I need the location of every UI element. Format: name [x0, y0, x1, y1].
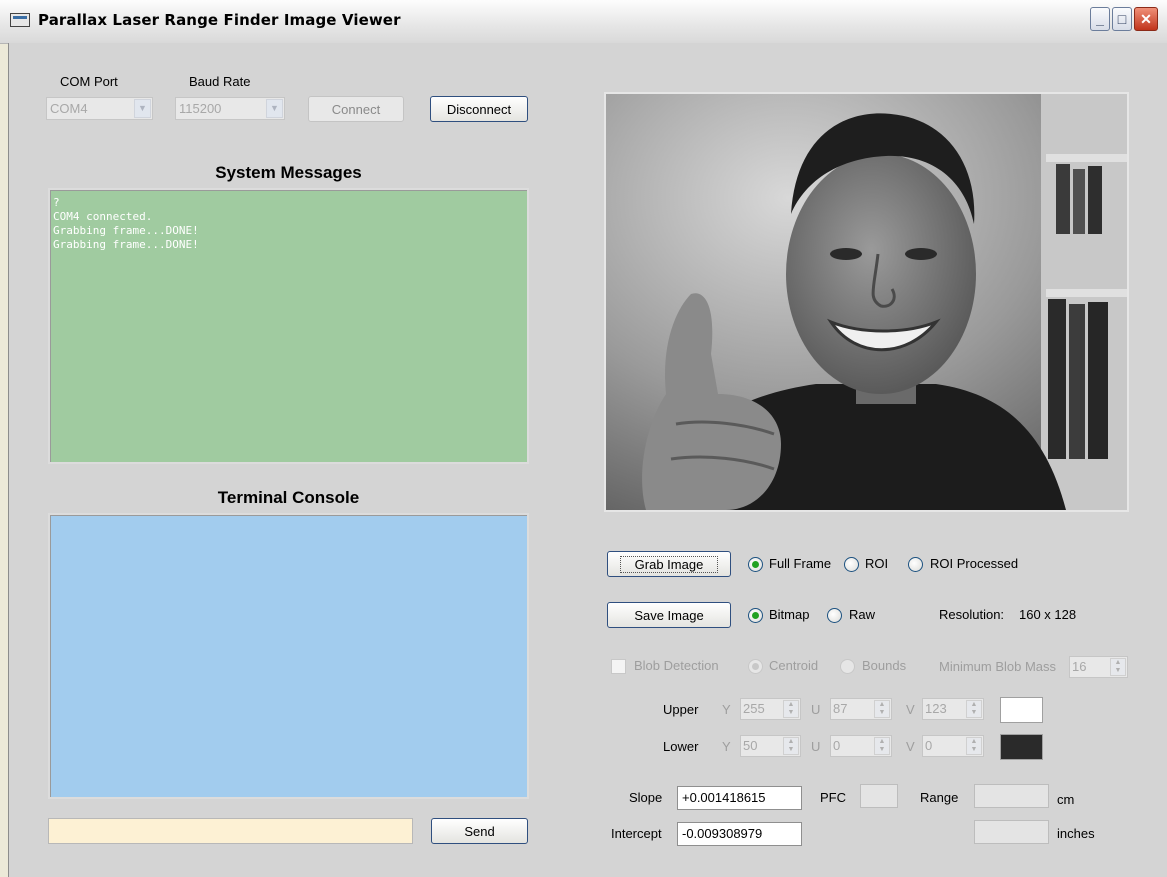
camera-photo [606, 94, 1127, 510]
roi-label[interactable]: ROI [865, 556, 888, 571]
grab-image-button[interactable]: Grab Image [607, 551, 731, 577]
cm-label: cm [1057, 792, 1075, 807]
upper-color-swatch[interactable] [1000, 697, 1043, 723]
lower-v-stepper[interactable]: 0 ▲ ▼ [922, 735, 984, 757]
com-port-value: COM4 [50, 101, 88, 116]
message-line: COM4 connected. [53, 210, 153, 223]
lower-u-stepper[interactable]: 0 ▲ ▼ [830, 735, 892, 757]
centroid-label[interactable]: Centroid [769, 658, 818, 673]
min-blob-mass-label: Minimum Blob Mass [939, 659, 1057, 674]
upper-y-label: Y [722, 702, 731, 717]
upper-v-stepper[interactable]: 123 ▲ ▼ [922, 698, 984, 720]
app-window-icon[interactable] [10, 13, 30, 27]
upper-y-value: 255 [743, 701, 765, 716]
system-messages-box[interactable]: ? COM4 connected. Grabbing frame...DONE!… [48, 188, 529, 464]
close-button[interactable]: ✕ [1134, 7, 1158, 31]
spin-arrows-icon[interactable]: ▲ ▼ [783, 700, 799, 718]
app-window: Parallax Laser Range Finder Image Viewer… [0, 0, 1167, 877]
resolution-value: 160 x 128 [1019, 607, 1077, 622]
lower-y-value: 50 [743, 738, 758, 753]
upper-u-label: U [811, 702, 821, 717]
intercept-field[interactable]: -0.009308979 [677, 822, 802, 846]
pfc-field [860, 784, 898, 808]
spin-arrows-icon[interactable]: ▲ ▼ [966, 737, 982, 755]
blob-detection-checkbox[interactable] [611, 659, 626, 674]
upper-u-value: 87 [833, 701, 848, 716]
com-port-label: COM Port [60, 74, 118, 89]
bitmap-label[interactable]: Bitmap [769, 607, 809, 622]
connect-button[interactable]: Connect [308, 96, 404, 122]
upper-u-stepper[interactable]: 87 ▲ ▼ [830, 698, 892, 720]
upper-y-stepper[interactable]: 255 ▲ ▼ [740, 698, 801, 720]
lower-label: Lower [663, 739, 699, 754]
intercept-label: Intercept [611, 826, 662, 841]
roi-processed-label[interactable]: ROI Processed [930, 556, 1018, 571]
terminal-console-box[interactable] [48, 513, 529, 799]
lower-v-label: V [906, 739, 915, 754]
chevron-down-icon[interactable]: ▼ [134, 99, 151, 118]
baud-rate-value: 115200 [179, 101, 222, 116]
lower-color-swatch[interactable] [1000, 734, 1043, 760]
upper-v-label: V [906, 702, 915, 717]
blob-detection-label[interactable]: Blob Detection [634, 658, 719, 673]
minimize-button[interactable]: _ [1090, 7, 1110, 31]
terminal-input[interactable] [48, 818, 413, 844]
range-label: Range [920, 790, 959, 805]
pfc-label: PFC [820, 790, 846, 805]
camera-image [604, 92, 1129, 512]
grab-image-label: Grab Image [619, 555, 719, 573]
spin-arrows-icon[interactable]: ▲ ▼ [874, 700, 890, 718]
radio-roi-processed[interactable] [908, 557, 923, 572]
spin-arrows-icon[interactable]: ▲ ▼ [1110, 658, 1126, 676]
radio-raw[interactable] [827, 608, 842, 623]
radio-full-frame[interactable] [748, 557, 763, 572]
resolution-label: Resolution: [939, 607, 1005, 622]
lower-u-value: 0 [833, 738, 841, 753]
save-image-button[interactable]: Save Image [607, 602, 731, 628]
slope-field[interactable]: +0.001418615 [677, 786, 802, 810]
upper-label: Upper [663, 702, 699, 717]
maximize-button[interactable]: □ [1112, 7, 1132, 31]
radio-bounds[interactable] [840, 659, 855, 674]
lower-v-value: 0 [925, 738, 933, 753]
baud-rate-label: Baud Rate [189, 74, 251, 89]
lower-y-label: Y [722, 739, 731, 754]
spin-arrows-icon[interactable]: ▲ ▼ [874, 737, 890, 755]
slope-label: Slope [629, 790, 663, 805]
chevron-down-icon[interactable]: ▼ [266, 99, 283, 118]
message-line: ? [53, 196, 60, 209]
spin-arrows-icon[interactable]: ▲ ▼ [966, 700, 982, 718]
send-button[interactable]: Send [431, 818, 528, 844]
terminal-console-heading: Terminal Console [217, 488, 360, 507]
com-port-select[interactable]: COM4 ▼ [46, 97, 153, 120]
radio-roi[interactable] [844, 557, 859, 572]
bounds-label[interactable]: Bounds [862, 658, 906, 673]
lower-y-stepper[interactable]: 50 ▲ ▼ [740, 735, 801, 757]
disconnect-button[interactable]: Disconnect [430, 96, 528, 122]
radio-bitmap[interactable] [748, 608, 763, 623]
min-blob-mass-value: 16 [1072, 659, 1087, 674]
message-line: Grabbing frame...DONE! [53, 238, 199, 251]
upper-v-value: 123 [925, 701, 947, 716]
raw-label[interactable]: Raw [849, 607, 875, 622]
spin-arrows-icon[interactable]: ▲ ▼ [783, 737, 799, 755]
range-cm-field [974, 784, 1049, 808]
inches-label: inches [1057, 826, 1095, 841]
message-line: Grabbing frame...DONE! [53, 224, 199, 237]
range-inches-field [974, 820, 1049, 844]
radio-centroid[interactable] [748, 659, 763, 674]
title-bar[interactable]: Parallax Laser Range Finder Image Viewer… [0, 0, 1167, 44]
full-frame-label[interactable]: Full Frame [769, 556, 831, 571]
lower-u-label: U [811, 739, 821, 754]
system-messages-heading: System Messages [215, 163, 362, 182]
window-title: Parallax Laser Range Finder Image Viewer [38, 11, 401, 29]
baud-rate-select[interactable]: 115200 ▼ [175, 97, 285, 120]
min-blob-mass-stepper[interactable]: 16 ▲ ▼ [1069, 656, 1128, 678]
